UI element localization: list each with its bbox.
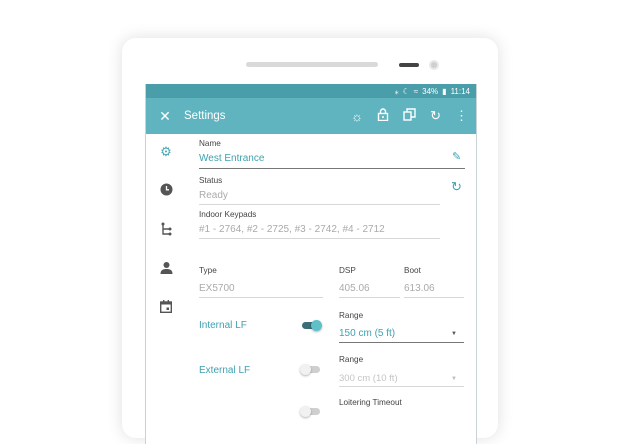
external-range-label: Range xyxy=(339,355,364,364)
toggle-knob xyxy=(300,364,311,375)
boot-underline xyxy=(404,297,464,298)
moon-icon: ☾ xyxy=(402,86,410,96)
toggle-knob xyxy=(311,320,322,331)
app-toolbar: ✕ Settings ☼ ↻ ⋮ xyxy=(146,98,476,134)
hierarchy-icon xyxy=(161,222,171,236)
battery-level: 34% xyxy=(422,86,439,96)
status-underline xyxy=(199,204,440,205)
keypads-label: Indoor Keypads xyxy=(199,210,257,219)
clock: 11:14 xyxy=(450,86,470,96)
sidebar-item-hierarchy[interactable] xyxy=(158,222,174,238)
keypads-underline xyxy=(199,238,440,239)
dropdown-arrow-icon: ▼ xyxy=(451,331,457,337)
toggle-knob xyxy=(300,406,311,417)
internal-range-underline xyxy=(339,342,464,343)
proximity-sensor xyxy=(399,63,419,67)
external-lf-toggle[interactable] xyxy=(300,364,322,375)
external-range-underline xyxy=(339,386,464,387)
app-screen: ⁎ ☾ ≈ 34% ▮ 11:14 ✕ Settings ☼ ↻ ⋮ ⚙ Nam… xyxy=(145,84,477,444)
toolbar-actions: ☼ ↻ ⋮ xyxy=(351,108,476,124)
gear-icon: ⚙ xyxy=(160,144,172,159)
calendar-icon xyxy=(159,300,173,314)
sidebar: ⚙ xyxy=(146,134,186,444)
edit-pencil-icon[interactable]: ✎ xyxy=(452,150,461,163)
battery-icon: ▮ xyxy=(442,86,447,96)
more-vert-icon[interactable]: ⋮ xyxy=(455,108,468,124)
bluetooth-icon: ⁎ xyxy=(394,86,399,96)
boot-value: 613.06 xyxy=(404,283,435,294)
sidebar-item-settings[interactable]: ⚙ xyxy=(158,144,174,160)
internal-range-label: Range xyxy=(339,311,364,320)
type-value: EX5700 xyxy=(199,283,235,294)
brightness-icon[interactable]: ☼ xyxy=(351,109,363,124)
internal-range-select[interactable]: 150 cm (5 ft) xyxy=(339,328,395,339)
loitering-timeout-label: Loitering Timeout xyxy=(339,398,402,407)
name-value[interactable]: West Entrance xyxy=(199,153,264,164)
close-icon[interactable]: ✕ xyxy=(146,108,184,125)
sidebar-item-users[interactable] xyxy=(158,261,174,277)
loitering-toggle[interactable] xyxy=(300,406,322,417)
dsp-label: DSP xyxy=(339,266,356,275)
internal-lf-label: Internal LF xyxy=(199,320,247,331)
type-label: Type xyxy=(199,266,217,275)
dsp-underline xyxy=(339,297,400,298)
type-underline xyxy=(199,297,323,298)
status-bar: ⁎ ☾ ≈ 34% ▮ 11:14 xyxy=(146,84,476,98)
name-label: Name xyxy=(199,139,221,148)
dropdown-arrow-icon: ▼ xyxy=(451,376,457,382)
page-title: Settings xyxy=(184,110,226,122)
name-underline xyxy=(199,168,465,169)
dsp-value: 405.06 xyxy=(339,283,370,294)
status-label: Status xyxy=(199,176,223,185)
tablet-device: ⁎ ☾ ≈ 34% ▮ 11:14 ✕ Settings ☼ ↻ ⋮ ⚙ Nam… xyxy=(122,38,498,444)
person-icon xyxy=(160,262,172,274)
internal-lf-toggle[interactable] xyxy=(300,320,322,331)
refresh-icon[interactable]: ↻ xyxy=(430,108,441,124)
sidebar-item-calendar[interactable] xyxy=(158,300,174,316)
front-camera xyxy=(429,60,439,70)
sidebar-item-schedule[interactable] xyxy=(158,183,174,199)
boot-label: Boot xyxy=(404,266,421,275)
clock-icon xyxy=(160,183,172,196)
speaker-grille xyxy=(246,62,378,67)
keypads-value: #1 - 2764, #2 - 2725, #3 - 2742, #4 - 27… xyxy=(199,224,385,235)
copy-icon[interactable] xyxy=(403,108,416,124)
external-lf-label: External LF xyxy=(199,365,251,376)
status-value: Ready xyxy=(199,190,228,201)
refresh-status-icon[interactable]: ↻ xyxy=(451,179,462,195)
external-range-select[interactable]: 300 cm (10 ft) xyxy=(339,373,398,384)
settings-form: Name West Entrance ✎ Status Ready ↻ Indo… xyxy=(199,134,476,444)
wifi-icon: ≈ xyxy=(413,86,419,96)
lock-icon[interactable] xyxy=(377,108,389,124)
